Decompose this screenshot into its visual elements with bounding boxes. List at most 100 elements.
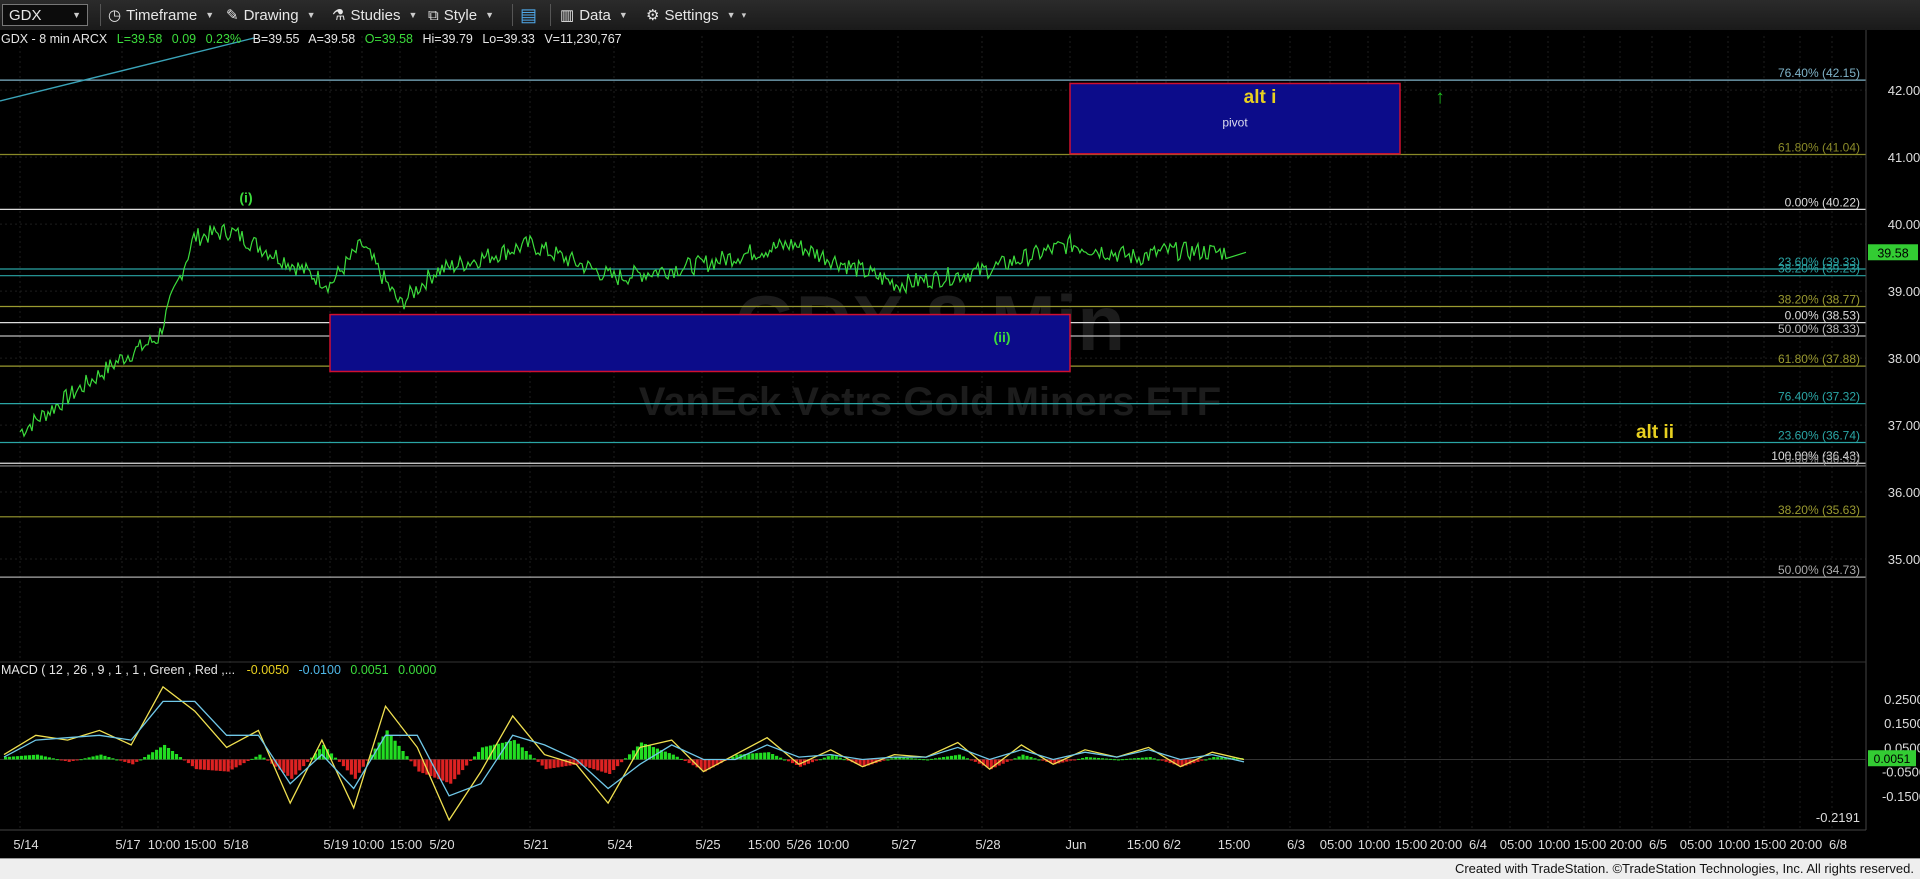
macd-histogram-bar bbox=[1128, 758, 1132, 760]
drawing-menu[interactable]: ✎ Drawing ▼ bbox=[226, 4, 316, 26]
macd-histogram-bar bbox=[914, 758, 918, 760]
macd-histogram-bar bbox=[103, 755, 107, 760]
x-tick-label: 6/4 bbox=[1469, 837, 1487, 852]
x-tick-label: 5/17 bbox=[115, 837, 140, 852]
macd-histogram-bar bbox=[667, 753, 671, 760]
macd-histogram-bar bbox=[624, 758, 628, 760]
x-tick-label: 6/8 bbox=[1829, 837, 1847, 852]
studies-menu[interactable]: ⚗ Studies ▼ bbox=[332, 4, 417, 26]
macd-histogram-bar bbox=[588, 759, 592, 768]
macd-histogram-bar bbox=[782, 759, 787, 761]
macd-histogram-bar bbox=[1160, 759, 1164, 761]
x-tick-label: 5/20 bbox=[429, 837, 454, 852]
macd-histogram-bar bbox=[918, 758, 922, 760]
macd-histogram-bar bbox=[182, 759, 187, 761]
x-tick-label: 5/26 bbox=[786, 837, 811, 852]
chart-area[interactable]: GDX 8 Min VanEck Vctrs Gold Miners ETF 7… bbox=[0, 30, 1920, 858]
macd-histogram-bar bbox=[230, 759, 234, 770]
fib-level-label: 61.80% (37.88) bbox=[1778, 352, 1860, 366]
fib-level-label: 0.00% (36.39) bbox=[1785, 452, 1860, 466]
macd-histogram-bar bbox=[957, 754, 962, 760]
style-label: Style bbox=[443, 6, 478, 24]
style-menu[interactable]: ⧉ Style ▼ bbox=[428, 4, 494, 26]
layout-icon: ▤ bbox=[520, 4, 538, 25]
x-tick-label: 20:00 bbox=[1430, 837, 1463, 852]
macd-histogram-bar bbox=[170, 751, 175, 760]
flask-icon: ⚗ bbox=[332, 7, 346, 24]
macd-histogram-bar bbox=[67, 759, 71, 762]
macd-histogram-bar bbox=[1212, 757, 1216, 760]
macd-histogram-bar bbox=[945, 756, 950, 760]
fib-level-label: 38.20% (35.63) bbox=[1778, 503, 1860, 517]
macd-histogram-bar bbox=[969, 759, 973, 761]
x-tick-label: 5/18 bbox=[223, 837, 248, 852]
settings-menu[interactable]: ⚙ Settings ▼ ▾ bbox=[646, 4, 746, 26]
x-tick-label: 15:00 bbox=[390, 837, 423, 852]
macd-histogram-bar bbox=[1096, 757, 1101, 760]
fib-level-label: 50.00% (38.33) bbox=[1778, 322, 1860, 336]
macd-histogram-bar bbox=[639, 742, 644, 760]
x-tick-label: Jun bbox=[1066, 837, 1087, 852]
macd-histogram-bar bbox=[63, 759, 67, 761]
macd-histogram-bar bbox=[11, 756, 16, 760]
macd-histogram-bar bbox=[616, 759, 620, 767]
macd-readout: -0.0050 bbox=[247, 663, 289, 677]
quote-header: GDX - 8 min ARCX L=39.58 0.09 0.23% B=39… bbox=[1, 32, 622, 46]
chevron-down-icon: ▼ bbox=[205, 10, 215, 20]
macd-histogram-bar bbox=[262, 757, 266, 760]
symbol-input[interactable]: GDX ▼ bbox=[2, 4, 88, 26]
macd-histogram-bar bbox=[484, 746, 489, 760]
macd-histogram-bar bbox=[242, 759, 246, 764]
studies-label: Studies bbox=[350, 6, 401, 24]
macd-histogram-bar bbox=[1120, 759, 1124, 761]
data-menu[interactable]: ▥ Data ▼ bbox=[560, 4, 628, 26]
macd-histogram-bar bbox=[592, 759, 596, 770]
macd-title: MACD ( 12 , 26 , 9 , 1 , 1 , Green , Red… bbox=[1, 663, 235, 677]
x-tick-label: 20:00 bbox=[1610, 837, 1643, 852]
macd-histogram-bar bbox=[1140, 757, 1144, 760]
macd-histogram-bar bbox=[119, 759, 123, 761]
macd-histogram-bar bbox=[1041, 759, 1045, 761]
x-tick-label: 5/14 bbox=[13, 837, 38, 852]
macd-histogram-bar bbox=[238, 759, 242, 766]
macd-histogram-bar bbox=[135, 759, 139, 762]
macd-histogram-bar bbox=[47, 757, 51, 760]
macd-histogram-bar bbox=[151, 752, 155, 760]
macd-histogram-bar bbox=[95, 755, 99, 760]
wave-label: alt ii bbox=[1636, 422, 1674, 443]
macd-histogram-bar bbox=[842, 759, 846, 761]
macd-histogram-bar bbox=[1065, 759, 1069, 762]
chevron-down-icon: ▼ bbox=[408, 10, 418, 20]
x-tick-label: 15:00 bbox=[1218, 837, 1251, 852]
macd-histogram-bar bbox=[902, 757, 906, 760]
macd-value-label: 0.0051 bbox=[1874, 752, 1911, 766]
macd-histogram-bar bbox=[671, 754, 675, 760]
layout-button[interactable]: ▤ bbox=[520, 4, 537, 26]
x-tick-label: 15:00 bbox=[184, 837, 217, 852]
macd-histogram-bar bbox=[266, 759, 270, 761]
macd-histogram-bar bbox=[679, 758, 683, 760]
wave-label: ↑ bbox=[1435, 87, 1445, 108]
macd-histogram-bar bbox=[759, 752, 763, 760]
macd-histogram-bar bbox=[99, 754, 103, 760]
macd-histogram-bar bbox=[139, 759, 143, 761]
macd-histogram-bar bbox=[159, 747, 163, 760]
macd-histogram-bar bbox=[357, 759, 361, 773]
timeframe-menu[interactable]: ◷ Timeframe ▼ bbox=[108, 4, 214, 26]
toolbar: GDX ▼ ◷ Timeframe ▼ ✎ Drawing ▼ ⚗ Studie… bbox=[0, 0, 1920, 31]
macd-histogram-bar bbox=[814, 759, 818, 761]
macd-histogram-bar bbox=[472, 756, 477, 760]
macd-histogram-bar bbox=[973, 759, 977, 762]
macd-histogram-bar bbox=[389, 735, 393, 760]
macd-histogram-bar bbox=[405, 756, 409, 760]
macd-histogram-bar bbox=[218, 759, 222, 771]
toolbar-divider bbox=[550, 4, 551, 26]
macd-readout: -0.0100 bbox=[299, 663, 341, 677]
toolbar-divider bbox=[100, 4, 101, 26]
x-tick-label: 6/5 bbox=[1649, 837, 1667, 852]
macd-histogram-bar bbox=[775, 755, 779, 760]
macd-histogram-bar bbox=[349, 759, 353, 775]
x-tick-label: 10:00 bbox=[148, 837, 181, 852]
macd-histogram-bar bbox=[508, 741, 512, 760]
macd-histogram-bar bbox=[524, 751, 528, 760]
